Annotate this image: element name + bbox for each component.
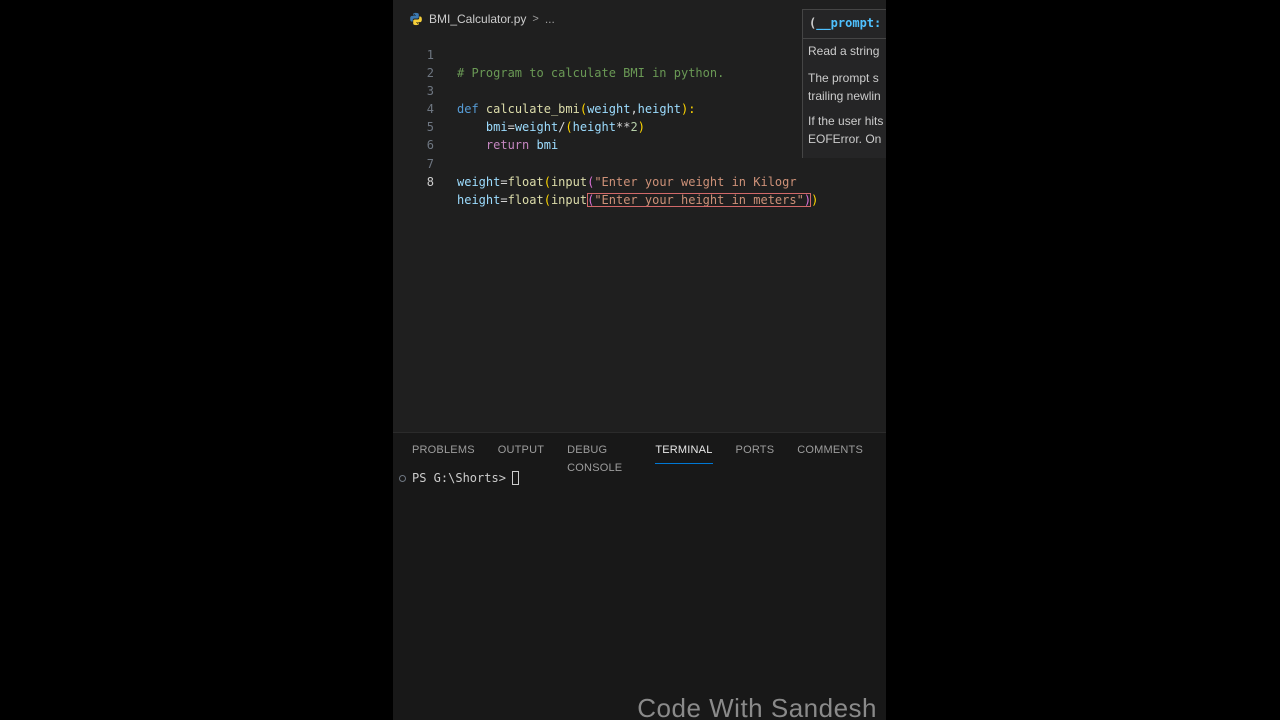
hover-text: Read a string [808, 44, 880, 58]
tab-debug-console[interactable]: DEBUG CONSOLE [567, 441, 632, 474]
panel-tabs: PROBLEMS OUTPUT DEBUG CONSOLE TERMINAL P… [412, 441, 886, 474]
terminal-cursor [511, 471, 519, 485]
string-literal: "Enter your height in meters" [594, 192, 804, 207]
tab-ports[interactable]: PORTS [736, 441, 775, 465]
builtin-float: float [507, 174, 544, 189]
breadcrumb-more[interactable]: ... [545, 12, 555, 26]
paren: ( [543, 174, 551, 189]
string-literal: "Enter your weight in Kilogr [594, 174, 797, 189]
tab-problems[interactable]: PROBLEMS [412, 441, 475, 465]
paren: ( [543, 192, 551, 207]
paren-close: ) [811, 192, 819, 207]
builtin-float: float [507, 192, 544, 207]
operator-assign: = [500, 192, 508, 207]
hover-divider [803, 38, 886, 39]
hover-signature: (__prompt: [809, 16, 882, 30]
hover-tooltip: (__prompt: Read a string The prompt s tr… [802, 9, 886, 158]
python-file-icon [410, 12, 422, 26]
breadcrumb-separator: > [532, 13, 539, 25]
builtin-input: input [550, 174, 588, 189]
bracket-match-highlight: ("Enter your height in meters") [587, 192, 812, 207]
breadcrumb-file[interactable]: BMI_Calculator.py [429, 12, 526, 26]
editor-window: BMI_Calculator.py > ... 1 # Program to c… [393, 0, 886, 720]
builtin-input: input [550, 192, 588, 207]
tab-output[interactable]: OUTPUT [498, 441, 544, 465]
terminal-prompt: PS G:\Shorts> [412, 471, 506, 485]
tab-terminal[interactable]: TERMINAL [655, 441, 713, 465]
paren-close: ) [803, 192, 812, 207]
bottom-panel: PROBLEMS OUTPUT DEBUG CONSOLE TERMINAL P… [393, 432, 886, 720]
hover-text: trailing newlin [808, 89, 881, 103]
hover-text: If the user hits [808, 114, 884, 128]
tab-comments[interactable]: COMMENTS [797, 441, 863, 465]
var-weight: weight [457, 174, 501, 189]
hover-text: EOFError. On [808, 132, 882, 146]
var-height: height [457, 192, 501, 207]
terminal[interactable]: PS G:\Shorts> [399, 471, 519, 485]
hover-text: The prompt s [808, 71, 879, 85]
operator-assign: = [500, 174, 508, 189]
line-number-active: 8 [426, 174, 434, 189]
command-status-icon [399, 474, 406, 482]
watermark: Code With Sandesh [637, 693, 877, 720]
